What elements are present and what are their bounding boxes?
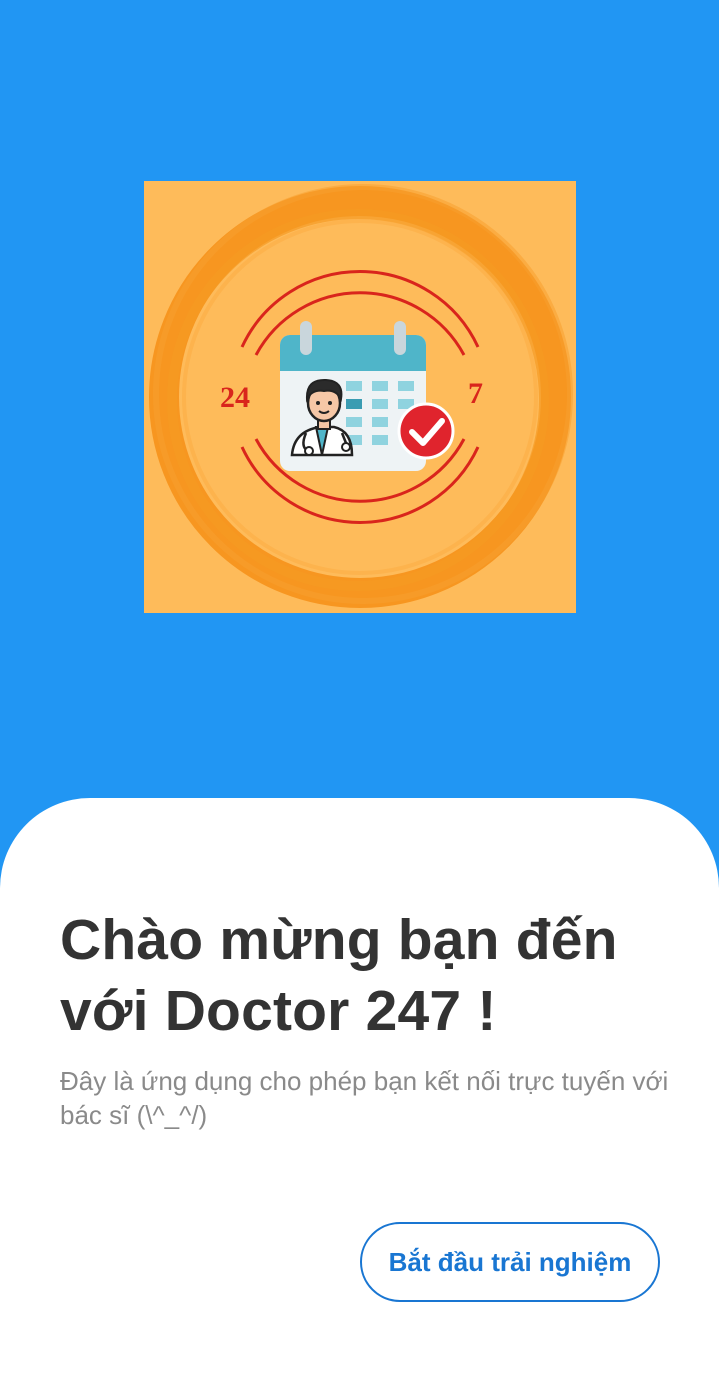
- label-24: 24: [220, 381, 250, 414]
- welcome-subtitle: Đây là ứng dụng cho phép bạn kết nối trự…: [60, 1066, 669, 1130]
- welcome-title: Chào mừng bạn đến với Doctor 247 !: [60, 908, 618, 1043]
- app-logo: 24 7: [144, 181, 576, 613]
- doctor-calendar-icon: 24 7: [149, 184, 573, 608]
- start-experience-button[interactable]: Bắt đầu trải nghiệm: [360, 1222, 660, 1302]
- hero-section: 24 7: [0, 0, 719, 830]
- check-badge-icon: [397, 402, 455, 460]
- label-7: 7: [468, 377, 483, 410]
